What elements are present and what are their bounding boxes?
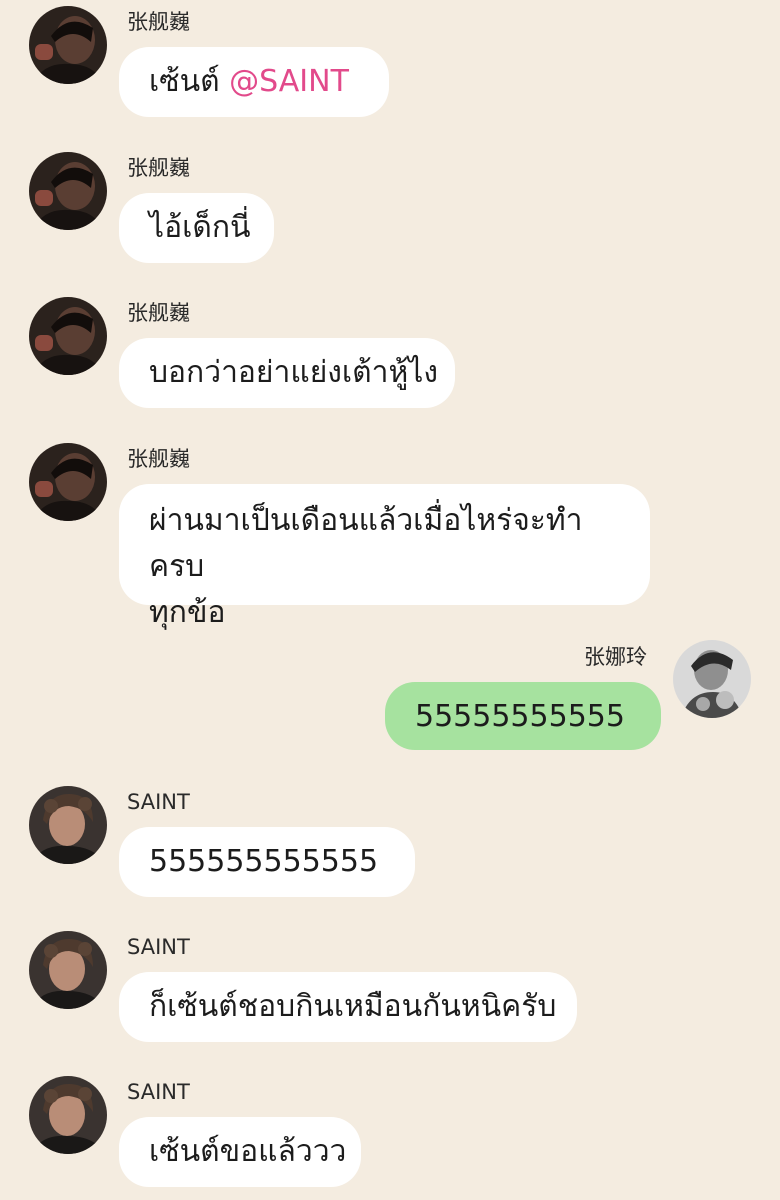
sender-name: 张舰巍 (127, 447, 190, 471)
message-text: 55555555555 (415, 699, 625, 734)
message-text-line: ทุกข้อ (149, 595, 226, 630)
message-bubble[interactable]: ไอ้เด็กนี่ (119, 193, 274, 263)
sender-name: 张舰巍 (127, 156, 190, 180)
message-bubble[interactable]: เซ้นต์ขอแล้ววว (119, 1117, 361, 1187)
dark-portrait-avatar-icon (29, 6, 107, 84)
avatar[interactable] (29, 443, 107, 521)
message-text: ก็เซ้นต์ชอบกินเหมือนกันหนิครับ (149, 989, 557, 1024)
dark-portrait-avatar-icon (29, 152, 107, 230)
avatar[interactable] (29, 931, 107, 1009)
message-text: 555555555555 (149, 844, 379, 879)
message-bubble[interactable]: เซ้นต์ @SAINT (119, 47, 389, 117)
message-bubble[interactable]: ผ่านมาเป็นเดือนแล้วเมื่อไหร่จะทำครบ ทุกข… (119, 484, 650, 630)
message-text: ไอ้เด็กนี่ (149, 210, 251, 245)
avatar[interactable] (29, 1076, 107, 1154)
grayscale-portrait-avatar-icon (673, 640, 751, 718)
curly-hair-portrait-avatar-icon (29, 931, 107, 1009)
sender-name: 张舰巍 (127, 301, 190, 325)
message-text-line: ผ่านมาเป็นเดือนแล้วเมื่อไหร่จะทำครบ (149, 503, 583, 584)
avatar[interactable] (29, 786, 107, 864)
avatar[interactable] (673, 640, 751, 718)
avatar[interactable] (29, 6, 107, 84)
message-bubble[interactable]: 55555555555 (385, 682, 661, 750)
curly-hair-portrait-avatar-icon (29, 786, 107, 864)
sender-name: 张舰巍 (127, 10, 190, 34)
message-bubble[interactable]: บอกว่าอย่าแย่งเต้าหู้ไง (119, 338, 455, 408)
avatar[interactable] (29, 297, 107, 375)
message-text: บอกว่าอย่าแย่งเต้าหู้ไง (149, 355, 439, 390)
sender-name: SAINT (127, 790, 190, 814)
dark-portrait-avatar-icon (29, 443, 107, 521)
curly-hair-portrait-avatar-icon (29, 1076, 107, 1154)
sender-name: SAINT (127, 935, 190, 959)
sender-name: SAINT (127, 1080, 190, 1104)
sender-name: 张娜玲 (584, 645, 647, 669)
message-text: เซ้นต์ (149, 64, 230, 99)
message-text: เซ้นต์ขอแล้ววว (149, 1134, 347, 1169)
message-bubble[interactable]: ก็เซ้นต์ชอบกินเหมือนกันหนิครับ (119, 972, 577, 1042)
dark-portrait-avatar-icon (29, 297, 107, 375)
avatar[interactable] (29, 152, 107, 230)
message-bubble[interactable]: 555555555555 (119, 827, 415, 897)
mention-link[interactable]: @SAINT (229, 64, 349, 99)
